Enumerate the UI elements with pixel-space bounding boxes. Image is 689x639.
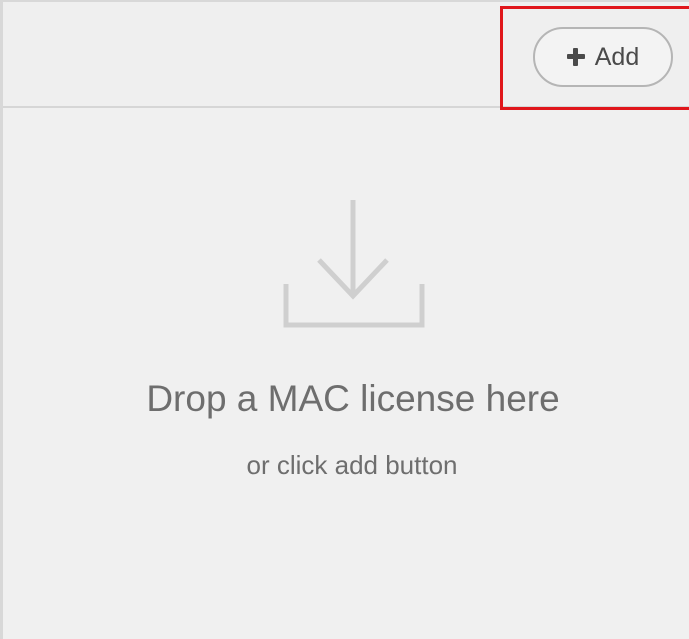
plus-icon [566,48,585,66]
download-tray-icon [283,200,425,328]
add-button-label: Add [594,42,640,71]
add-button[interactable]: Add [533,27,673,87]
dropzone-title: Drop a MAC license here [146,378,560,419]
license-panel: Add Drop a MAC license here or click add… [0,0,689,639]
license-dropzone[interactable]: Drop a MAC license here or click add but… [3,108,689,639]
toolbar: Add [3,2,689,108]
dropzone-subtitle: or click add button [246,450,458,480]
